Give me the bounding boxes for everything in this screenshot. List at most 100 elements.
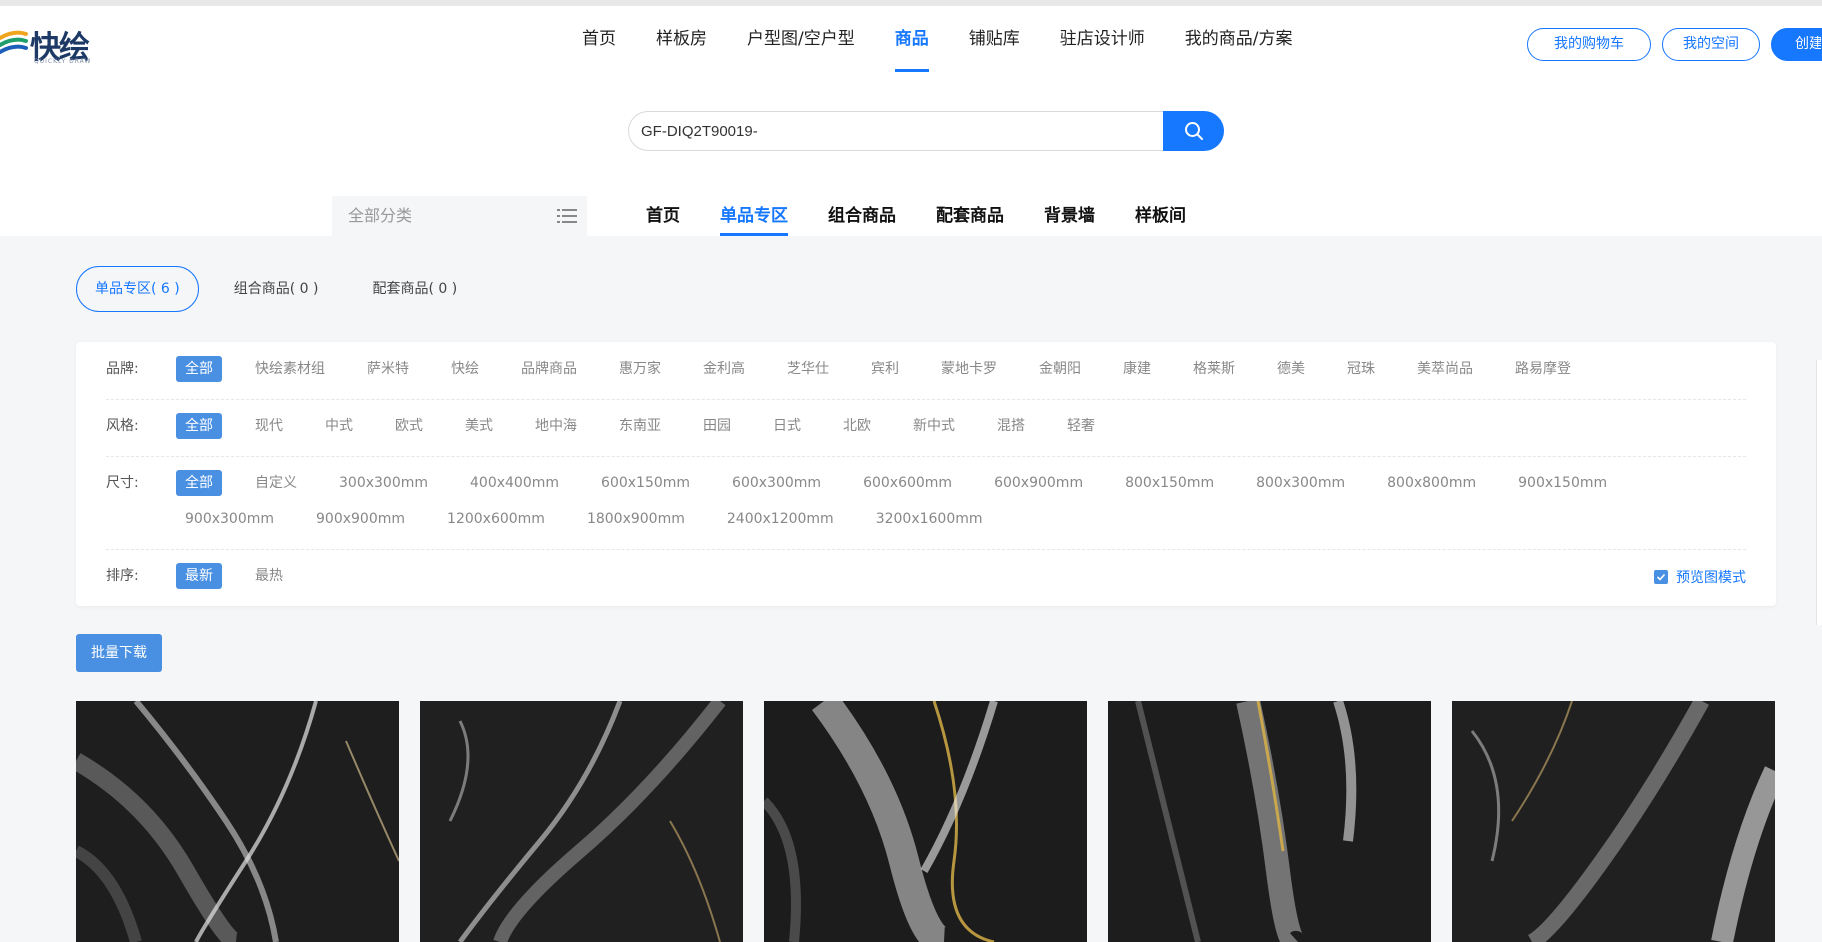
nav-home[interactable]: 首页 bbox=[582, 6, 616, 72]
filter-option[interactable]: 冠珠 bbox=[1338, 356, 1384, 382]
subnav-combo-products[interactable]: 组合商品 bbox=[828, 196, 896, 236]
filter-option[interactable]: 最热 bbox=[246, 563, 292, 589]
filter-option[interactable]: 金利高 bbox=[694, 356, 754, 382]
filter-options: 最新 最热 bbox=[176, 563, 1746, 589]
filter-row-brand: 品牌: 全部 快绘素材组 萨米特 快绘 品牌商品 惠万家 金利高 芝华仕 宾利 蒙地卡罗 金朝阳 康建… bbox=[106, 356, 1746, 400]
filter-option[interactable]: 快绘 bbox=[442, 356, 488, 382]
filter-option[interactable]: 现代 bbox=[246, 413, 292, 439]
product-subnav: 首页 单品专区 组合商品 配套商品 背景墙 样板间 bbox=[646, 196, 1226, 236]
filter-option[interactable]: 全部 bbox=[176, 470, 222, 496]
filter-option[interactable]: 混搭 bbox=[988, 413, 1034, 439]
filter-options: 全部 快绘素材组 萨米特 快绘 品牌商品 惠万家 金利高 芝华仕 宾利 蒙地卡罗 金朝阳 康建 格莱斯德… bbox=[176, 356, 1746, 382]
category-placeholder: 全部分类 bbox=[348, 206, 413, 225]
filter-option[interactable]: 新中式 bbox=[904, 413, 964, 439]
filter-option[interactable]: 东南亚 bbox=[610, 413, 670, 439]
logo-mark-icon bbox=[0, 30, 28, 54]
filter-option[interactable]: 日式 bbox=[764, 413, 810, 439]
filter-option[interactable]: 宾利 bbox=[862, 356, 908, 382]
filter-option[interactable]: 路易摩登 bbox=[1506, 356, 1580, 382]
zone-tab-matching[interactable]: 配套商品( 0 ) bbox=[353, 266, 476, 312]
product-tile[interactable] bbox=[1108, 701, 1431, 942]
filter-label: 排序: bbox=[106, 568, 139, 584]
filter-option[interactable]: 2400x1200mm bbox=[718, 506, 843, 532]
category-select[interactable]: 全部分类 bbox=[332, 196, 587, 236]
nav-my-products[interactable]: 我的商品/方案 bbox=[1185, 6, 1293, 72]
nav-products[interactable]: 商品 bbox=[894, 6, 929, 72]
search-input[interactable] bbox=[628, 111, 1164, 151]
zone-tab-single[interactable]: 单品专区( 6 ) bbox=[76, 266, 199, 312]
filter-option[interactable]: 600x600mm bbox=[854, 470, 961, 496]
filter-option[interactable]: 格莱斯 bbox=[1184, 356, 1244, 382]
filter-option[interactable]: 地中海 bbox=[526, 413, 586, 439]
subnav-showroom[interactable]: 样板间 bbox=[1135, 196, 1186, 236]
product-tile[interactable] bbox=[1452, 701, 1775, 942]
batch-download-button[interactable]: 批量下载 bbox=[76, 634, 162, 672]
preview-mode-toggle[interactable]: 预览图模式 bbox=[1654, 567, 1746, 587]
subnav-single-products[interactable]: 单品专区 bbox=[720, 196, 788, 236]
filter-option[interactable]: 800x150mm bbox=[1116, 470, 1223, 496]
filter-option[interactable]: 900x150mm bbox=[1509, 470, 1616, 496]
filter-option[interactable]: 最新 bbox=[176, 563, 222, 589]
nav-designers[interactable]: 驻店设计师 bbox=[1060, 6, 1145, 72]
marble-tile-5-image bbox=[1452, 701, 1775, 942]
filter-option[interactable]: 900x300mm bbox=[176, 506, 283, 532]
filter-option[interactable]: 300x300mm bbox=[330, 470, 437, 496]
filter-option[interactable]: 美式 bbox=[456, 413, 502, 439]
filter-option[interactable]: 美萃尚品 bbox=[1408, 356, 1482, 382]
marble-tile-3-image bbox=[764, 701, 1087, 942]
filter-option[interactable]: 蒙地卡罗 bbox=[932, 356, 1006, 382]
filter-option[interactable]: 800x800mm bbox=[1378, 470, 1485, 496]
brand-logo[interactable]: 快绘 QUICKLY DRAW bbox=[0, 20, 100, 66]
zone-tab-combo[interactable]: 组合商品( 0 ) bbox=[215, 266, 338, 312]
filter-option[interactable]: 800x300mm bbox=[1247, 470, 1354, 496]
filter-option[interactable]: 芝华仕 bbox=[778, 356, 838, 382]
filter-panel: 品牌: 全部 快绘素材组 萨米特 快绘 品牌商品 惠万家 金利高 芝华仕 宾利 蒙地卡罗 金朝阳 康建… bbox=[76, 342, 1776, 606]
filter-option[interactable]: 欧式 bbox=[386, 413, 432, 439]
my-space-button[interactable]: 我的空间 bbox=[1662, 28, 1760, 61]
subnav-matching-products[interactable]: 配套商品 bbox=[936, 196, 1004, 236]
filter-option[interactable]: 600x150mm bbox=[592, 470, 699, 496]
filter-label: 品牌: bbox=[106, 361, 139, 377]
filter-label: 风格: bbox=[106, 418, 139, 434]
filter-option[interactable]: 1200x600mm bbox=[438, 506, 554, 532]
filter-option[interactable]: 北欧 bbox=[834, 413, 880, 439]
filter-option[interactable]: 品牌商品 bbox=[512, 356, 586, 382]
filter-option[interactable]: 惠万家 bbox=[610, 356, 670, 382]
filter-option[interactable]: 快绘素材组 bbox=[246, 356, 334, 382]
filter-option[interactable]: 900x900mm bbox=[307, 506, 414, 532]
marble-tile-4-image bbox=[1108, 701, 1431, 942]
side-panel-edge bbox=[1816, 360, 1822, 625]
product-grid bbox=[76, 701, 1796, 942]
create-button[interactable]: 创建 bbox=[1771, 28, 1822, 61]
filter-option[interactable]: 400x400mm bbox=[461, 470, 568, 496]
zone-tabs: 单品专区( 6 ) 组合商品( 0 ) 配套商品( 0 ) bbox=[76, 266, 492, 312]
filter-option[interactable]: 金朝阳 bbox=[1030, 356, 1090, 382]
main-nav: 首页 样板房 户型图/空户型 商品 铺贴库 驻店设计师 我的商品/方案 bbox=[582, 6, 1332, 72]
filter-option[interactable]: 萨米特 bbox=[358, 356, 418, 382]
nav-floor-plans[interactable]: 户型图/空户型 bbox=[747, 6, 855, 72]
filter-option[interactable]: 全部 bbox=[176, 356, 222, 382]
filter-option[interactable]: 600x900mm bbox=[985, 470, 1092, 496]
filter-option[interactable]: 600x300mm bbox=[723, 470, 830, 496]
filter-option[interactable]: 中式 bbox=[316, 413, 362, 439]
nav-sample-rooms[interactable]: 样板房 bbox=[656, 6, 707, 72]
search-button[interactable] bbox=[1163, 111, 1224, 151]
product-tile[interactable] bbox=[764, 701, 1087, 942]
filter-option[interactable]: 康建 bbox=[1114, 356, 1160, 382]
filter-option[interactable]: 3200x1600mm bbox=[867, 506, 992, 532]
filter-option[interactable]: 田园 bbox=[694, 413, 740, 439]
filter-option[interactable]: 自定义 bbox=[246, 470, 306, 496]
filter-option[interactable]: 1800x900mm bbox=[578, 506, 694, 532]
cart-button[interactable]: 我的购物车 bbox=[1527, 28, 1651, 61]
subnav-background-wall[interactable]: 背景墙 bbox=[1044, 196, 1095, 236]
nav-tiling-library[interactable]: 铺贴库 bbox=[969, 6, 1020, 72]
subnav-home[interactable]: 首页 bbox=[646, 196, 680, 236]
filter-option[interactable]: 轻奢 bbox=[1058, 413, 1104, 439]
filter-row-style: 风格: 全部 现代 中式 欧式 美式 地中海 东南亚 田园 日式 北欧 新中式 混搭 轻奢 bbox=[106, 413, 1746, 457]
product-tile[interactable] bbox=[420, 701, 743, 942]
product-tile[interactable] bbox=[76, 701, 399, 942]
filter-option[interactable]: 全部 bbox=[176, 413, 222, 439]
checkbox-checked-icon[interactable] bbox=[1654, 570, 1668, 584]
filter-options: 全部 现代 中式 欧式 美式 地中海 东南亚 田园 日式 北欧 新中式 混搭 轻奢 bbox=[176, 413, 1746, 439]
filter-option[interactable]: 德美 bbox=[1268, 356, 1314, 382]
